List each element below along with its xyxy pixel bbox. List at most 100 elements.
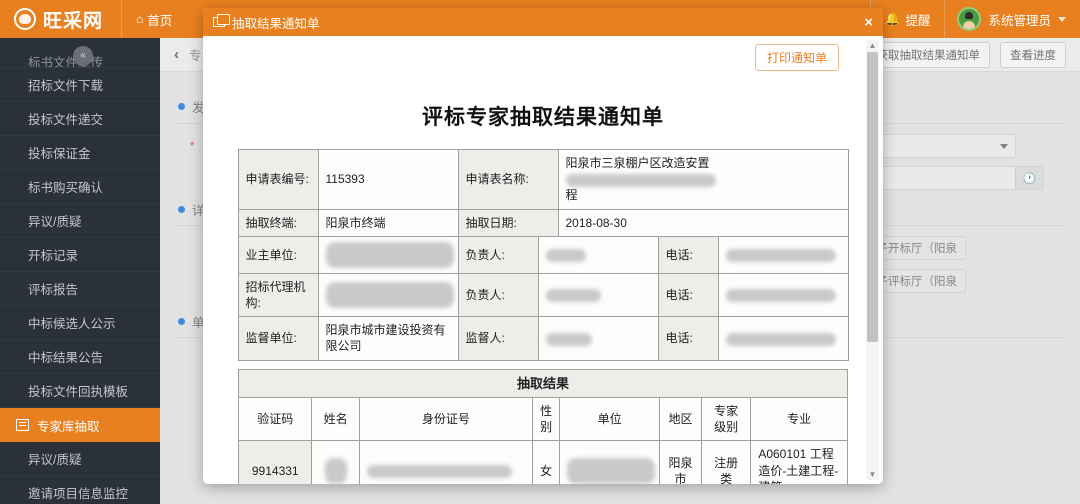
hall-tag-list: 电子开标厅（阳泉 电子评标厅（阳泉	[856, 236, 1064, 302]
table-row: 验证码 姓名 身份证号 性别 单位 地区 专家级别 专业	[237, 397, 848, 442]
nav-item-home[interactable]: ⌂ 首页	[121, 0, 186, 38]
modal-scrollbar[interactable]: ▲ ▼	[866, 40, 879, 480]
redacted-text	[725, 248, 836, 262]
column-header-gender: 性别	[531, 397, 561, 442]
redacted-text	[725, 289, 836, 303]
top-header-right: 🔔 提醒 系统管理员	[869, 0, 1080, 38]
cell-label-agency-phone: 电话:	[657, 272, 719, 318]
redacted-text	[565, 173, 716, 187]
cell-label-agency-contact: 负责人:	[457, 272, 539, 318]
cell-label-agency: 招标代理机构:	[237, 272, 319, 318]
bell-icon: 🔔	[884, 11, 901, 26]
extraction-notice-modal: 抽取结果通知单 × ▲ ▼ 打印通知单 评标专家抽取结果通知单 申请表编号: 1…	[203, 8, 883, 484]
home-icon: ⌂	[136, 12, 144, 26]
result-section-title: 抽取结果	[238, 368, 848, 399]
modal-title: 抽取结果通知单	[232, 16, 320, 31]
sidebar-item-evaluation-report[interactable]: 评标报告	[0, 272, 160, 306]
table-row: 业主单位: 负责人: 电话:	[237, 235, 849, 274]
form-name-suffix: 程	[565, 188, 578, 203]
sidebar-item-bid-purchase-confirm[interactable]: 标书购买确认	[0, 170, 160, 204]
sidebar: « 标书文件上传 招标文件下载 投标文件递交 投标保证金 标书购买确认 异议/质…	[0, 38, 160, 504]
sidebar-menu: 标书文件上传 招标文件下载 投标文件递交 投标保证金 标书购买确认 异议/质疑 …	[0, 38, 160, 504]
clock-icon[interactable]: 🕐	[1015, 167, 1043, 189]
cell-label-terminal: 抽取终端:	[237, 208, 319, 237]
cell-value-supervisor-unit: 阳泉市城市建设投资有限公司	[317, 316, 459, 361]
cell-value-supervisor	[537, 316, 659, 361]
get-extraction-notice-button[interactable]: 获取抽取结果通知单	[866, 41, 990, 68]
sidebar-collapse-button[interactable]: «	[73, 46, 93, 66]
cell-major: A060101 工程造价-土建工程-建筑	[750, 440, 848, 484]
redacted-text	[725, 332, 836, 346]
cell-value-date: 2018-08-30	[557, 208, 849, 237]
print-row: 打印通知单	[225, 44, 861, 71]
form-name-text: 阳泉市三泉棚户区改造安置	[565, 156, 710, 170]
page-toolbar-title: 专	[189, 49, 202, 63]
extraction-result-table: 抽取结果 验证码 姓名 身份证号 性别 单位 地区 专家级别 专业 991433…	[237, 368, 848, 484]
scroll-up-icon[interactable]: ▲	[869, 40, 877, 51]
sidebar-item-invite-project-monitor[interactable]: 邀请项目信息监控	[0, 476, 160, 504]
cell-unit	[559, 440, 660, 484]
column-header-name: 姓名	[311, 397, 360, 442]
table-row: 抽取终端: 阳泉市终端 抽取日期: 2018-08-30	[237, 208, 849, 237]
close-icon[interactable]: ×	[864, 15, 873, 30]
notice-info-table: 申请表编号: 115393 申请表名称: 阳泉市三泉棚户区改造安置 程 抽取终端…	[237, 149, 849, 237]
cell-value-owner-phone	[717, 235, 849, 274]
table-row: 招标代理机构: 负责人: 电话:	[237, 272, 849, 318]
column-header-id: 身份证号	[358, 397, 533, 442]
print-notice-button[interactable]: 打印通知单	[754, 44, 839, 71]
cell-value-terminal: 阳泉市终端	[317, 208, 459, 237]
redacted-text	[324, 457, 347, 484]
user-menu[interactable]: 系统管理员	[944, 0, 1080, 38]
bullet-icon	[178, 103, 185, 110]
table-row: 申请表编号: 115393 申请表名称: 阳泉市三泉棚户区改造安置 程	[237, 149, 849, 210]
sidebar-item-expert-extraction[interactable]: 专家库抽取	[0, 408, 160, 442]
view-progress-button[interactable]: 查看进度	[1000, 41, 1066, 68]
redacted-text	[545, 248, 586, 262]
brand-logo-area[interactable]: 旺采网	[0, 0, 121, 38]
scroll-down-icon[interactable]: ▼	[869, 469, 877, 480]
document-title: 评标专家抽取结果通知单	[422, 106, 664, 129]
table-row: 9914331 女 阳泉市 注册类 A060101 工程造价-土建工程-建筑	[237, 440, 848, 484]
table-row: 抽取结果	[238, 368, 848, 399]
sidebar-item-bid-doc-submit[interactable]: 投标文件递交	[0, 102, 160, 136]
cell-label-date: 抽取日期:	[457, 208, 559, 237]
table-row: 监督单位: 阳泉市城市建设投资有限公司 监督人: 电话:	[237, 316, 849, 361]
sidebar-item-objection-2[interactable]: 异议/质疑	[0, 442, 160, 476]
sidebar-item-expert-extraction-label: 专家库抽取	[37, 419, 100, 434]
cell-value-supervisor-phone	[717, 316, 849, 361]
redacted-text	[567, 457, 656, 484]
avatar	[957, 7, 982, 31]
sidebar-item-objection-1[interactable]: 异议/质疑	[0, 204, 160, 238]
redacted-text	[366, 464, 512, 478]
sidebar-item-bid-doc-download[interactable]: 招标文件下载	[0, 68, 160, 102]
scrollbar-thumb[interactable]	[867, 52, 878, 342]
sidebar-item-winner-candidate-notice[interactable]: 中标候选人公示	[0, 306, 160, 340]
required-mark: *	[190, 140, 195, 152]
application-root: 旺采网 ⌂ 首页 🔔 提醒 系统管理员 « 标书文件上传 招标文件下载 投标文件…	[0, 0, 1080, 504]
bullet-icon	[178, 318, 185, 325]
list-icon	[16, 419, 29, 431]
cell-label-supervisor: 监督人:	[457, 316, 539, 361]
modal-body: ▲ ▼ 打印通知单 评标专家抽取结果通知单 申请表编号: 115393 申请表名…	[203, 36, 883, 484]
user-name-label: 系统管理员	[988, 13, 1051, 28]
redacted-text	[545, 332, 592, 346]
globe-logo-icon	[14, 8, 36, 30]
chevron-down-icon	[1058, 16, 1066, 22]
sidebar-item-receipt-template[interactable]: 投标文件回执模板	[0, 374, 160, 408]
sidebar-item-bid-opening-record[interactable]: 开标记录	[0, 238, 160, 272]
cell-region: 阳泉市	[658, 440, 702, 484]
column-header-code: 验证码	[237, 397, 313, 442]
cell-label-form-no: 申请表编号:	[237, 149, 319, 210]
back-icon[interactable]: ‹	[174, 46, 179, 63]
notice-contact-table: 业主单位: 负责人: 电话: 招标代理机构: 负责人: 电话: 监督单位: 阳泉…	[237, 235, 849, 361]
column-header-unit: 单位	[559, 397, 660, 442]
window-icon	[213, 14, 230, 27]
sidebar-item-winner-result-announcement[interactable]: 中标结果公告	[0, 340, 160, 374]
cell-value-agency	[317, 272, 459, 318]
cell-label-owner-phone: 电话:	[657, 235, 719, 274]
sidebar-item-bid-deposit[interactable]: 投标保证金	[0, 136, 160, 170]
cell-value-form-name: 阳泉市三泉棚户区改造安置 程	[557, 149, 849, 210]
modal-title-bar: 抽取结果通知单 ×	[203, 8, 883, 36]
cell-value-form-no: 115393	[317, 149, 459, 210]
redacted-text	[545, 289, 601, 303]
